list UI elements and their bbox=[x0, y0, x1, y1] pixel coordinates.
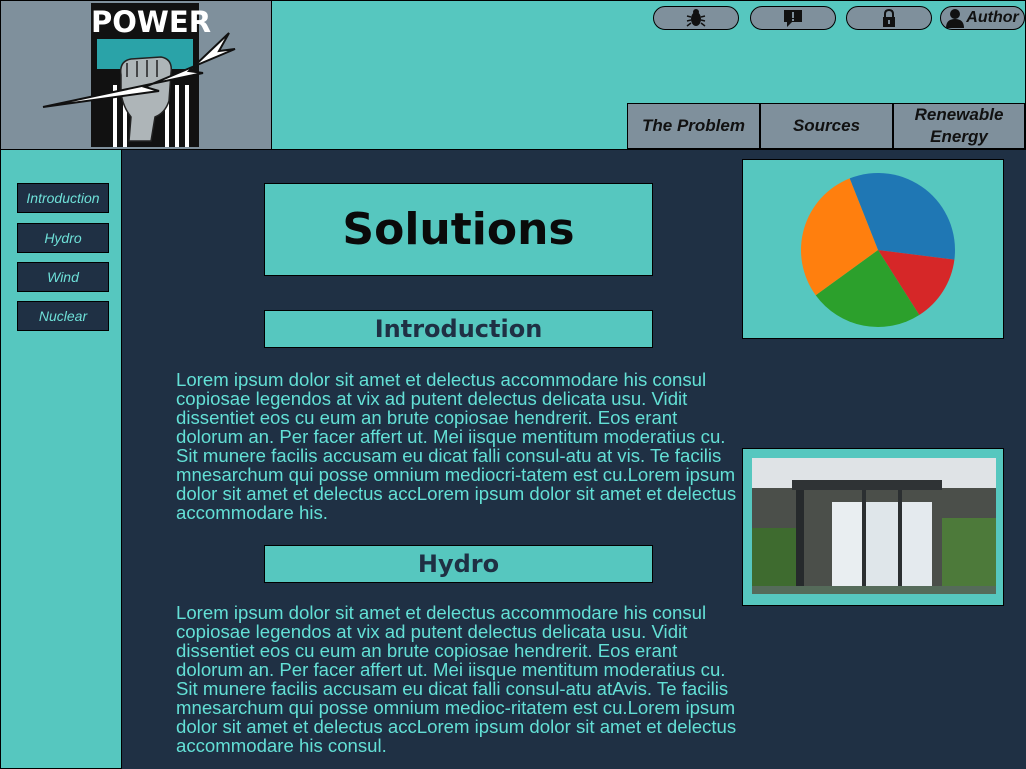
logo-area: POWER bbox=[1, 1, 272, 149]
sidebar-item-nuclear[interactable]: Nuclear bbox=[17, 301, 109, 331]
header: POWER Author The Problem Sources Renewab… bbox=[0, 0, 1026, 150]
sidebar: Introduction Hydro Wind Nuclear bbox=[0, 149, 122, 769]
bug-report-button[interactable] bbox=[653, 6, 739, 30]
tab-renewable-energy[interactable]: Renewable Energy bbox=[893, 103, 1025, 149]
sidebar-item-introduction[interactable]: Introduction bbox=[17, 183, 109, 213]
page-title: Solutions bbox=[264, 183, 653, 276]
section-heading-hydro: Hydro bbox=[264, 545, 653, 583]
section-body-introduction: Lorem ipsum dolor sit amet et delectus a… bbox=[176, 369, 737, 523]
lightning-bolt-icon bbox=[42, 32, 236, 108]
feedback-icon bbox=[784, 10, 802, 27]
lock-button[interactable] bbox=[846, 6, 932, 30]
photo-panel bbox=[742, 448, 1004, 606]
section-heading-introduction: Introduction bbox=[264, 310, 653, 348]
pie-chart bbox=[801, 173, 955, 327]
tab-the-problem[interactable]: The Problem bbox=[627, 103, 760, 149]
author-button[interactable]: Author bbox=[940, 6, 1025, 30]
author-label: Author bbox=[966, 9, 1019, 26]
section-body-hydro: Lorem ipsum dolor sit amet et delectus a… bbox=[176, 602, 737, 756]
lock-icon bbox=[883, 8, 895, 27]
pie-chart-panel bbox=[742, 159, 1004, 339]
feedback-button[interactable] bbox=[750, 6, 836, 30]
dam-spillway-photo bbox=[752, 458, 996, 594]
sidebar-item-hydro[interactable]: Hydro bbox=[17, 223, 109, 253]
user-icon bbox=[946, 9, 965, 28]
sidebar-item-wind[interactable]: Wind bbox=[17, 262, 109, 292]
tab-sources[interactable]: Sources bbox=[760, 103, 893, 149]
bug-icon bbox=[686, 9, 706, 27]
